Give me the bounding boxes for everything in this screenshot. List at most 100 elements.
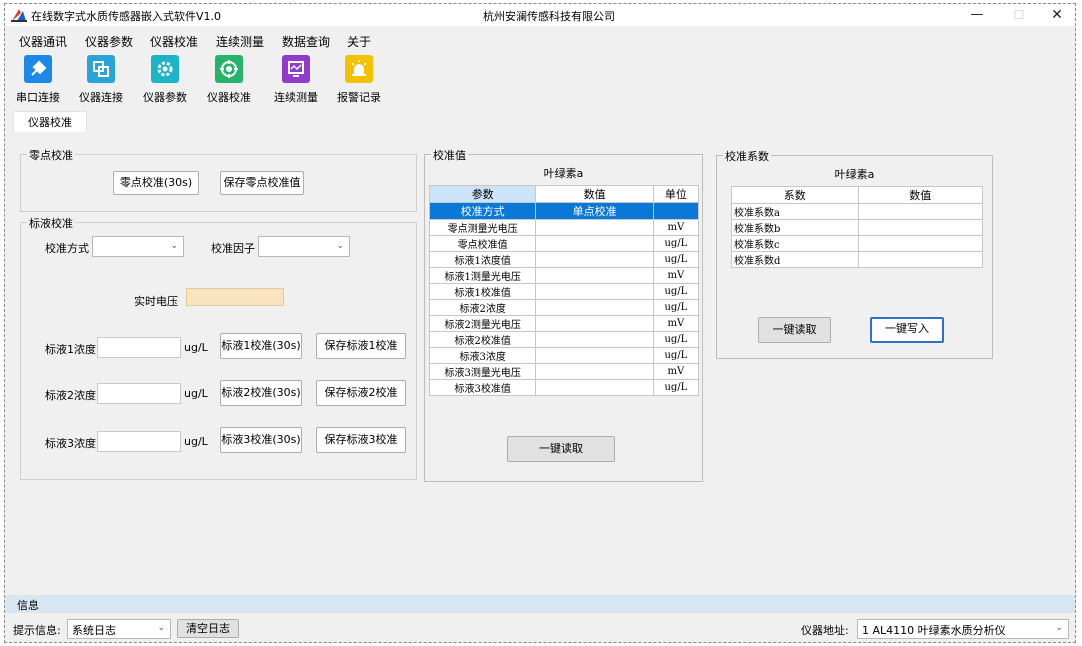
cell-unit[interactable]: mV: [652, 267, 700, 284]
read-calibration-values-button[interactable]: 一键读取: [507, 436, 615, 462]
cell-param[interactable]: 标液1测量光电压: [428, 267, 537, 284]
calibration-value-row[interactable]: 零点测量光电压 mV: [428, 219, 700, 236]
cell-unit[interactable]: ug/L: [652, 283, 700, 300]
cell-value[interactable]: [535, 315, 654, 332]
read-coefficients-button[interactable]: 一键读取: [758, 317, 831, 343]
cell-param[interactable]: 校准方式: [428, 202, 537, 220]
cell-unit[interactable]: ug/L: [652, 379, 700, 396]
save-std3-calibration-button[interactable]: 保存标液3校准: [316, 427, 406, 453]
cell-value[interactable]: [535, 235, 654, 252]
cell-value[interactable]: [535, 251, 654, 268]
col-coefficient-value[interactable]: 数值: [857, 186, 983, 204]
write-coefficients-button[interactable]: 一键写入: [870, 317, 944, 343]
col-param[interactable]: 参数: [428, 185, 537, 203]
std1-calibrate-button[interactable]: 标液1校准(30s): [220, 333, 302, 359]
cell-unit[interactable]: ug/L: [652, 331, 700, 348]
cell-name[interactable]: 校准系数c: [731, 235, 859, 252]
menu-instrument-params[interactable]: 仪器参数: [85, 33, 133, 50]
tool-instrument-params[interactable]: 仪器参数: [133, 55, 197, 105]
calibration-value-row[interactable]: 标液3浓度 ug/L: [428, 347, 700, 364]
close-button[interactable]: ✕: [1037, 5, 1075, 25]
cell-param[interactable]: 标液2校准值: [428, 331, 537, 348]
calibration-value-row[interactable]: 零点校准值 ug/L: [428, 235, 700, 252]
minimize-button[interactable]: —: [957, 5, 997, 25]
cell-value[interactable]: [535, 331, 654, 348]
cell-param[interactable]: 标液1校准值: [428, 283, 537, 300]
col-unit[interactable]: 单位: [652, 185, 700, 203]
std2-calibrate-button[interactable]: 标液2校准(30s): [220, 380, 302, 406]
menu-instrument-comm[interactable]: 仪器通讯: [19, 33, 67, 50]
cell-value[interactable]: [535, 363, 654, 380]
save-std2-calibration-button[interactable]: 保存标液2校准: [316, 380, 406, 406]
calibration-factor-select[interactable]: ⌄: [258, 236, 350, 257]
cell-param[interactable]: 标液3测量光电压: [428, 363, 537, 380]
cell-unit[interactable]: mV: [652, 219, 700, 236]
cell-value[interactable]: [857, 219, 983, 236]
cell-unit[interactable]: [652, 202, 700, 220]
zero-calibrate-button[interactable]: 零点校准(30s): [113, 171, 199, 195]
cell-unit[interactable]: ug/L: [652, 347, 700, 364]
cell-value[interactable]: 单点校准: [535, 202, 654, 220]
coefficient-row[interactable]: 校准系数c: [731, 235, 983, 252]
tool-serial-connect[interactable]: 串口连接: [6, 55, 70, 105]
cell-value[interactable]: [535, 299, 654, 316]
cell-unit[interactable]: mV: [652, 315, 700, 332]
cell-param[interactable]: 标液1浓度值: [428, 251, 537, 268]
cell-name[interactable]: 校准系数d: [731, 251, 859, 268]
tool-instrument-connect[interactable]: 仪器连接: [69, 55, 133, 105]
calibration-value-row[interactable]: 标液2浓度 ug/L: [428, 299, 700, 316]
cell-param[interactable]: 零点测量光电压: [428, 219, 537, 236]
cell-value[interactable]: [535, 379, 654, 396]
cell-param[interactable]: 标液3校准值: [428, 379, 537, 396]
std2-concentration-input[interactable]: [97, 383, 181, 404]
std3-calibrate-button[interactable]: 标液3校准(30s): [220, 427, 302, 453]
instrument-address-select[interactable]: 1 AL4110 叶绿素水质分析仪 ⌄: [857, 619, 1069, 639]
std3-concentration-input[interactable]: [97, 431, 181, 452]
calibration-value-row[interactable]: 标液1浓度值 ug/L: [428, 251, 700, 268]
calibration-value-row[interactable]: 标液3校准值 ug/L: [428, 379, 700, 396]
calibration-value-row[interactable]: 标液2测量光电压 mV: [428, 315, 700, 332]
cell-unit[interactable]: ug/L: [652, 235, 700, 252]
maximize-button[interactable]: ☐: [999, 5, 1039, 25]
tool-continuous-measure[interactable]: 连续测量: [264, 55, 328, 105]
cell-value[interactable]: [535, 347, 654, 364]
cell-param[interactable]: 零点校准值: [428, 235, 537, 252]
cell-value[interactable]: [857, 251, 983, 268]
coefficient-row[interactable]: 校准系数d: [731, 251, 983, 268]
clear-log-button[interactable]: 清空日志: [177, 619, 239, 638]
menu-data-query[interactable]: 数据查询: [282, 33, 330, 50]
std1-concentration-input[interactable]: [97, 337, 181, 358]
coefficient-row[interactable]: 校准系数b: [731, 219, 983, 236]
menu-continuous-measure[interactable]: 连续测量: [216, 33, 264, 50]
calibration-value-row[interactable]: 标液3测量光电压 mV: [428, 363, 700, 380]
cell-value[interactable]: [857, 203, 983, 220]
cell-param[interactable]: 标液2浓度: [428, 299, 537, 316]
cell-value[interactable]: [535, 267, 654, 284]
calibration-method-select[interactable]: ⌄: [92, 236, 184, 257]
calibration-value-row[interactable]: 校准方式 单点校准: [428, 202, 700, 220]
save-std1-calibration-button[interactable]: 保存标液1校准: [316, 333, 406, 359]
cell-unit[interactable]: mV: [652, 363, 700, 380]
tool-instrument-calibration[interactable]: 仪器校准: [197, 55, 261, 105]
menu-about[interactable]: 关于: [347, 33, 371, 50]
tab-instrument-calibration[interactable]: 仪器校准: [13, 111, 87, 133]
cell-name[interactable]: 校准系数a: [731, 203, 859, 220]
cell-value[interactable]: [857, 235, 983, 252]
cell-unit[interactable]: ug/L: [652, 299, 700, 316]
save-zero-calibration-button[interactable]: 保存零点校准值: [220, 171, 304, 195]
coefficient-row[interactable]: 校准系数a: [731, 203, 983, 220]
calibration-value-row[interactable]: 标液2校准值 ug/L: [428, 331, 700, 348]
cell-unit[interactable]: ug/L: [652, 251, 700, 268]
cell-value[interactable]: [535, 219, 654, 236]
calibration-value-row[interactable]: 标液1校准值 ug/L: [428, 283, 700, 300]
log-type-select[interactable]: 系统日志 ⌄: [67, 619, 171, 639]
cell-name[interactable]: 校准系数b: [731, 219, 859, 236]
menu-instrument-calibration[interactable]: 仪器校准: [150, 33, 198, 50]
calibration-value-row[interactable]: 标液1测量光电压 mV: [428, 267, 700, 284]
col-value[interactable]: 数值: [535, 185, 654, 203]
cell-param[interactable]: 标液3浓度: [428, 347, 537, 364]
tool-alarm-records[interactable]: 报警记录: [327, 55, 391, 105]
cell-param[interactable]: 标液2测量光电压: [428, 315, 537, 332]
col-coefficient[interactable]: 系数: [731, 186, 859, 204]
cell-value[interactable]: [535, 283, 654, 300]
